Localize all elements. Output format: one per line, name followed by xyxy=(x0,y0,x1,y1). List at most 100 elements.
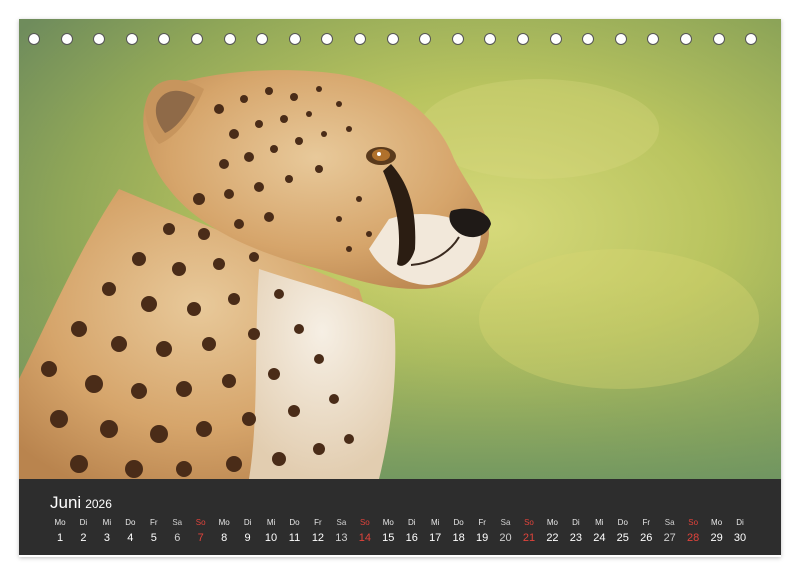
day-of-week-label: Di xyxy=(407,518,416,527)
day-of-week-label: So xyxy=(359,518,370,527)
day-cell: So 21 xyxy=(517,518,541,546)
day-number: 11 xyxy=(288,532,301,544)
day-cell: Fr 12 xyxy=(306,518,330,546)
year-label: 2026 xyxy=(85,497,112,511)
day-cell: So 28 xyxy=(681,518,705,546)
day-cell: Do 4 xyxy=(118,518,142,546)
binding-hole xyxy=(451,33,464,45)
day-number: 22 xyxy=(546,532,559,544)
binding-hole xyxy=(125,33,138,45)
day-number: 15 xyxy=(382,532,395,544)
day-cell: Sa 6 xyxy=(165,518,189,546)
day-number: 6 xyxy=(174,532,181,544)
day-of-week-label: So xyxy=(195,518,206,527)
day-number: 21 xyxy=(522,532,536,544)
day-number: 17 xyxy=(429,532,442,544)
binding-hole xyxy=(614,33,627,45)
day-number: 27 xyxy=(663,532,676,544)
day-of-week-label: Mo xyxy=(382,518,394,527)
binding-hole xyxy=(223,33,236,45)
binding-hole xyxy=(288,33,301,45)
day-of-week-label: Mo xyxy=(711,518,723,527)
day-cell: Mo 29 xyxy=(705,518,729,546)
binding-hole xyxy=(60,33,73,45)
day-of-week-label: Mi xyxy=(102,518,112,527)
day-cell: Mo 8 xyxy=(212,518,236,546)
day-cell: Di 2 xyxy=(71,518,95,546)
day-cell: So 7 xyxy=(189,518,213,546)
day-of-week-label: Sa xyxy=(172,518,183,527)
day-of-week-label: Mo xyxy=(218,518,230,527)
day-cell: Di 30 xyxy=(728,518,752,546)
day-cell: Di 23 xyxy=(564,518,588,546)
binding-hole xyxy=(549,33,562,45)
day-number: 14 xyxy=(358,532,371,544)
day-of-week-label: Do xyxy=(617,518,628,527)
day-of-week-label: Fr xyxy=(642,518,651,527)
day-cell: Mo 1 xyxy=(48,518,72,546)
day-number: 7 xyxy=(197,532,204,544)
day-number: 13 xyxy=(335,532,348,544)
day-cell: Sa 27 xyxy=(658,518,682,546)
day-cell: Fr 5 xyxy=(142,518,166,546)
day-number: 10 xyxy=(264,532,278,544)
day-of-week-label: Fr xyxy=(150,518,158,527)
binding-hole xyxy=(647,33,660,45)
day-number: 1 xyxy=(56,532,64,544)
binding-hole xyxy=(28,33,40,45)
day-cell: Mo 22 xyxy=(540,518,564,546)
day-number: 16 xyxy=(405,532,418,544)
day-cell: Di 16 xyxy=(400,518,424,546)
day-cell: Do 11 xyxy=(283,518,307,546)
day-number: 9 xyxy=(244,532,251,544)
day-of-week-label: Sa xyxy=(500,518,511,527)
binding-hole xyxy=(712,33,725,45)
day-number: 30 xyxy=(733,532,747,544)
day-number: 2 xyxy=(80,532,87,544)
calendar-strip: Juni 2026 Mo 1 Di 2 Mi 3 Do 4 Fr 5 Sa 6 So 7 Mo 8 Di 9 Mi 10… xyxy=(19,479,781,555)
day-of-week-label: So xyxy=(688,518,699,527)
day-cell: Mi 10 xyxy=(259,518,283,546)
day-cell: Mi 3 xyxy=(95,518,119,546)
cheetah-photo xyxy=(19,19,781,479)
day-number: 29 xyxy=(710,532,723,544)
binding-hole xyxy=(484,33,497,45)
binding-hole xyxy=(386,33,399,45)
day-of-week-label: Mo xyxy=(54,518,66,527)
day-number: 24 xyxy=(593,532,606,544)
day-of-week-label: Sa xyxy=(664,518,675,527)
day-number: 4 xyxy=(127,532,134,544)
day-of-week-label: So xyxy=(524,518,534,527)
binding-hole xyxy=(582,33,595,45)
day-number: 28 xyxy=(687,532,700,544)
day-of-week-label: Mi xyxy=(266,518,276,527)
day-cell: Mi 17 xyxy=(423,518,447,546)
day-number: 5 xyxy=(150,532,157,544)
day-of-week-label: Do xyxy=(289,518,300,527)
day-of-week-label: Mi xyxy=(595,518,604,527)
day-cell: Fr 26 xyxy=(634,518,658,546)
day-number: 8 xyxy=(221,532,228,544)
binding-holes xyxy=(19,33,781,51)
day-cell: So 14 xyxy=(353,518,377,546)
day-cell: Di 9 xyxy=(236,518,260,546)
day-cell: Do 18 xyxy=(447,518,471,546)
day-number: 19 xyxy=(475,532,489,544)
binding-hole xyxy=(680,33,692,45)
binding-hole xyxy=(354,33,366,45)
day-number: 3 xyxy=(103,532,110,544)
day-cell: Mi 24 xyxy=(587,518,611,546)
binding-hole xyxy=(419,33,432,45)
day-of-week-label: Do xyxy=(453,518,464,527)
day-of-week-label: Mi xyxy=(430,518,440,527)
binding-hole xyxy=(256,33,269,45)
day-of-week-label: Fr xyxy=(478,518,486,527)
binding-hole xyxy=(158,33,171,45)
day-cell: Do 25 xyxy=(611,518,635,546)
day-number: 26 xyxy=(640,532,653,544)
day-of-week-label: Di xyxy=(243,518,252,527)
day-number: 18 xyxy=(452,532,465,544)
day-of-week-label: Di xyxy=(572,518,580,527)
day-grid: Mo 1 Di 2 Mi 3 Do 4 Fr 5 Sa 6 So 7 Mo 8 Di 9 Mi 10 Do 11 Fr 12 S… xyxy=(48,518,764,550)
cheetah-illustration xyxy=(19,19,781,479)
